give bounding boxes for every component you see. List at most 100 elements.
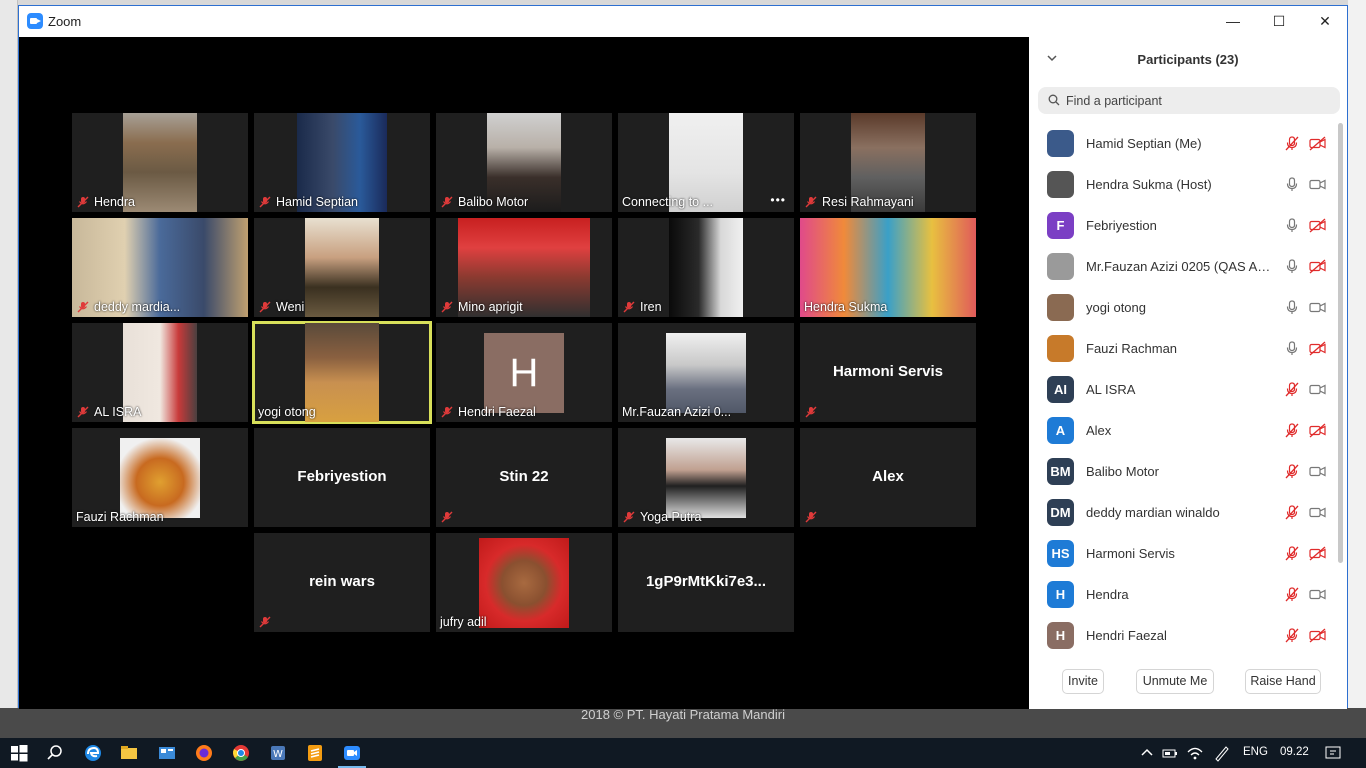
sublime-text-icon[interactable] — [305, 743, 325, 763]
language-indicator[interactable]: ENG — [1243, 746, 1268, 758]
video-off-icon[interactable] — [1309, 136, 1326, 151]
background-window-right — [1348, 0, 1366, 738]
video-off-icon[interactable] — [1309, 423, 1326, 438]
participant-name: Fauzi Rachman — [1086, 341, 1178, 356]
video-icon[interactable] — [1309, 587, 1326, 602]
video-tile[interactable]: rein wars — [254, 533, 430, 632]
mic-muted-icon[interactable] — [1285, 423, 1299, 438]
video-tile[interactable]: Fauzi Rachman — [72, 428, 248, 527]
participant-row[interactable]: A Alex — [1029, 410, 1335, 451]
video-tile[interactable]: Mr.Fauzan Azizi 0... — [618, 323, 794, 422]
video-tile[interactable]: Connecting to ... ••• — [618, 113, 794, 212]
unmute-me-button[interactable]: Unmute Me — [1136, 669, 1214, 694]
video-icon[interactable] — [1309, 382, 1326, 397]
video-off-icon[interactable] — [1309, 341, 1326, 356]
notification-icon[interactable] — [1323, 743, 1343, 763]
maximize-button[interactable]: ☐ — [1256, 6, 1302, 37]
video-tile[interactable]: Resi Rahmayani — [800, 113, 976, 212]
video-tile[interactable]: H Hendri Faezal — [436, 323, 612, 422]
scroll-thumb[interactable] — [1338, 123, 1343, 563]
mic-muted-icon[interactable] — [1285, 628, 1299, 643]
video-tile[interactable]: Mino aprigit — [436, 218, 612, 317]
video-icon[interactable] — [1309, 177, 1326, 192]
file-explorer-icon[interactable] — [119, 743, 139, 763]
video-off-icon[interactable] — [1309, 259, 1326, 274]
search-box[interactable] — [1038, 87, 1340, 114]
participant-row[interactable]: AI AL ISRA — [1029, 369, 1335, 410]
video-tile[interactable]: Febriyestion — [254, 428, 430, 527]
search-icon[interactable] — [45, 743, 65, 763]
edge-browser-icon[interactable] — [83, 743, 103, 763]
video-off-icon[interactable] — [1309, 546, 1326, 561]
video-tile[interactable]: Iren — [618, 218, 794, 317]
participant-name: Hamid Septian — [276, 195, 358, 209]
video-tile-active-speaker[interactable]: yogi otong — [252, 321, 432, 424]
video-tile[interactable]: Hendra Sukma — [800, 218, 976, 317]
invite-button[interactable]: Invite — [1062, 669, 1104, 694]
video-icon[interactable] — [1309, 300, 1326, 315]
video-feed — [305, 323, 379, 422]
mic-icon[interactable] — [1285, 177, 1299, 192]
video-tile[interactable]: Harmoni Servis — [800, 323, 976, 422]
participant-row[interactable]: BM Balibo Motor — [1029, 451, 1335, 492]
mic-muted-icon[interactable] — [1285, 382, 1299, 397]
mic-muted-icon — [441, 301, 453, 313]
window-title: Zoom — [48, 14, 82, 29]
participant-row[interactable]: HS Harmoni Servis — [1029, 533, 1335, 574]
participant-row[interactable]: yogi otong — [1029, 287, 1335, 328]
pen-icon[interactable] — [1212, 743, 1232, 763]
control-panel-icon[interactable] — [157, 743, 177, 763]
mic-muted-icon[interactable] — [1285, 136, 1299, 151]
participant-list-scrollbar[interactable] — [1337, 123, 1343, 655]
mic-icon[interactable] — [1285, 341, 1299, 356]
video-off-icon[interactable] — [1309, 628, 1326, 643]
video-icon[interactable] — [1309, 464, 1326, 479]
participant-name: Hendri Faezal — [1086, 628, 1167, 643]
mic-icon[interactable] — [1285, 259, 1299, 274]
video-tile[interactable]: Weni — [254, 218, 430, 317]
mic-muted-icon[interactable] — [1285, 546, 1299, 561]
raise-hand-button[interactable]: Raise Hand — [1245, 669, 1321, 694]
video-tile[interactable]: Hendra — [72, 113, 248, 212]
participant-name: AL ISRA — [94, 405, 142, 419]
participant-row[interactable]: Mr.Fauzan Azizi 0205 (QAS AN-... — [1029, 246, 1335, 287]
app-icon[interactable]: W — [268, 743, 288, 763]
windows-start-icon[interactable] — [9, 743, 29, 763]
video-off-icon[interactable] — [1309, 218, 1326, 233]
chevron-up-icon[interactable] — [1137, 743, 1157, 763]
participant-row[interactable]: H Hendri Faezal — [1029, 615, 1335, 655]
participant-row[interactable]: F Febriyestion — [1029, 205, 1335, 246]
minimize-button[interactable]: — — [1210, 6, 1256, 37]
search-input[interactable] — [1066, 87, 1326, 114]
profile-photo — [479, 538, 569, 628]
zoom-taskbar-icon[interactable] — [342, 743, 362, 763]
wifi-icon[interactable] — [1185, 743, 1205, 763]
mic-muted-icon[interactable] — [1285, 587, 1299, 602]
close-button[interactable]: ✕ — [1302, 6, 1348, 37]
participant-row[interactable]: Fauzi Rachman — [1029, 328, 1335, 369]
chrome-icon[interactable] — [231, 743, 251, 763]
video-tile[interactable]: jufry adil — [436, 533, 612, 632]
video-tile[interactable]: deddy mardia... — [72, 218, 248, 317]
video-tile[interactable]: AL ISRA — [72, 323, 248, 422]
video-tile[interactable]: 1gP9rMtKki7e3... — [618, 533, 794, 632]
video-tile[interactable]: Stin 22 — [436, 428, 612, 527]
video-tile[interactable]: Hamid Septian — [254, 113, 430, 212]
clock[interactable]: 09.22 — [1280, 746, 1309, 758]
video-tile[interactable]: Yoga Putra — [618, 428, 794, 527]
participant-row[interactable]: DM deddy mardian winaldo — [1029, 492, 1335, 533]
more-options-icon[interactable]: ••• — [770, 193, 786, 207]
video-tile[interactable]: Alex — [800, 428, 976, 527]
mic-icon[interactable] — [1285, 300, 1299, 315]
participant-row[interactable]: H Hendra — [1029, 574, 1335, 615]
mic-muted-icon[interactable] — [1285, 505, 1299, 520]
firefox-icon[interactable] — [194, 743, 214, 763]
participant-row[interactable]: Hamid Septian (Me) — [1029, 123, 1335, 164]
mic-muted-icon[interactable] — [1285, 464, 1299, 479]
participant-name: AL ISRA — [1086, 382, 1136, 397]
video-tile[interactable]: Balibo Motor — [436, 113, 612, 212]
video-icon[interactable] — [1309, 505, 1326, 520]
participant-row[interactable]: Hendra Sukma (Host) — [1029, 164, 1335, 205]
battery-icon[interactable] — [1160, 743, 1180, 763]
mic-icon[interactable] — [1285, 218, 1299, 233]
